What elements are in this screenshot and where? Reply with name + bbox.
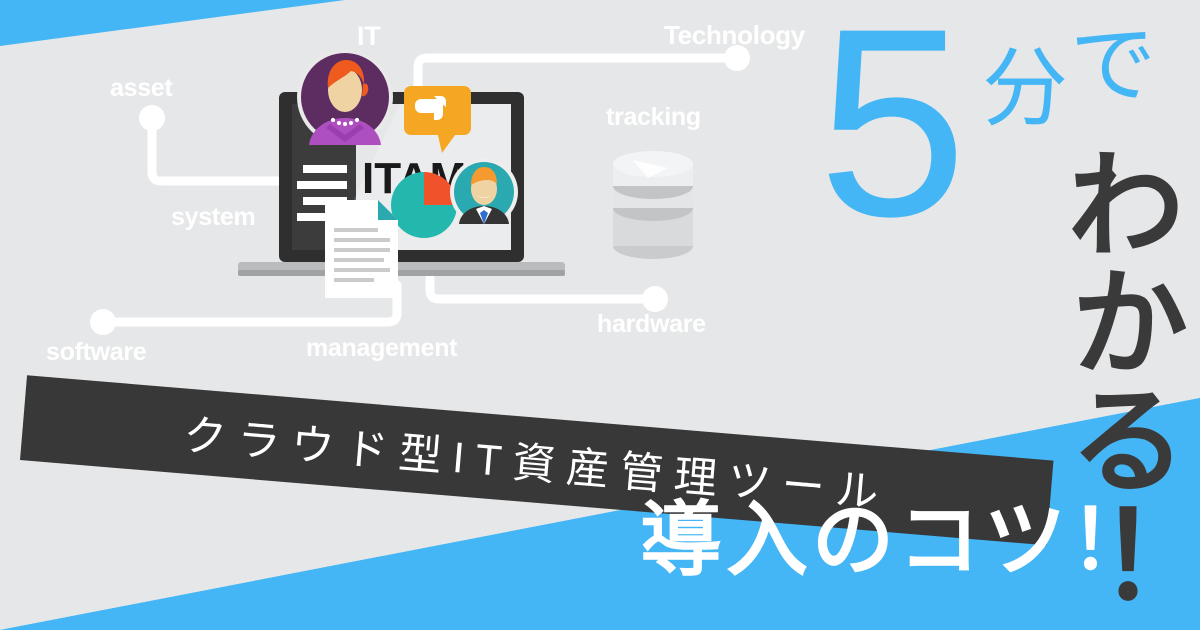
pie-chart-icon bbox=[391, 172, 457, 238]
vertical-char-wa: わ bbox=[1068, 144, 1184, 272]
big-number-five: 5 bbox=[818, 0, 968, 272]
avatar-woman-icon bbox=[297, 49, 393, 145]
vertical-char-ru: る bbox=[1070, 380, 1186, 508]
poster-canvas: asset IT Technology system tracking soft… bbox=[0, 0, 1200, 630]
minutes-char-fun: 分 bbox=[982, 41, 1068, 137]
bottom-headline: 導入のコツ！ bbox=[640, 495, 1157, 586]
minutes-char-de: で bbox=[1070, 17, 1156, 113]
vertical-char-ka: か bbox=[1072, 262, 1188, 390]
avatar-man-icon bbox=[450, 158, 518, 226]
document-icon bbox=[325, 200, 398, 298]
database-icon bbox=[613, 151, 693, 259]
